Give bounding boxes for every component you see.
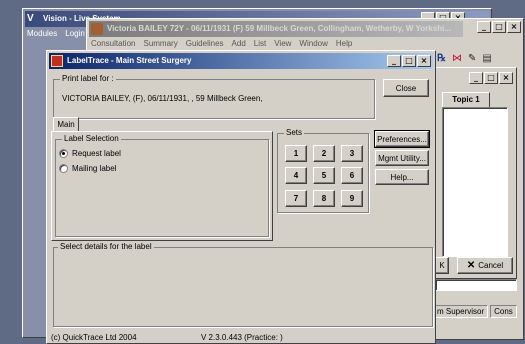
close-button[interactable]: Close bbox=[383, 79, 429, 97]
status-version: V 2.3.0.443 (Practice: ) bbox=[201, 333, 283, 342]
preferences-label: Preferences... bbox=[377, 134, 427, 144]
set-button-9[interactable]: 9 bbox=[341, 190, 363, 207]
mgmt-utility-button[interactable]: Mgmt Utility... bbox=[375, 150, 429, 166]
menu-consultation[interactable]: Consultation bbox=[91, 38, 135, 50]
set-button-4[interactable]: 4 bbox=[285, 167, 307, 184]
status-cons: Cons bbox=[490, 305, 517, 318]
menu-modules[interactable]: Modules bbox=[27, 28, 57, 40]
labeltrace-title: LabelTrace - Main Street Surgery bbox=[67, 56, 192, 65]
mgmt-utility-label: Mgmt Utility... bbox=[378, 153, 426, 163]
cancel-button[interactable]: ✕ Cancel bbox=[457, 257, 513, 274]
topic-panel-window: _ □ × Topic 1 bbox=[435, 67, 517, 279]
minimize-icon[interactable]: _ bbox=[387, 55, 401, 67]
notes-icon[interactable]: ▤ bbox=[482, 53, 491, 64]
radio-request-label[interactable]: Request label bbox=[59, 149, 121, 158]
patient-toolbar: ℞ ⋈ ✎ ▤ bbox=[437, 53, 492, 64]
radio-mailing-text: Mailing label bbox=[72, 164, 117, 173]
bow-icon[interactable]: ⋈ bbox=[452, 53, 462, 64]
patient-menu-bar: Consultation Summary Guidelines Add List… bbox=[91, 38, 352, 50]
radio-mailing-label[interactable]: Mailing label bbox=[59, 164, 116, 173]
topic-panel-controls: _ □ × bbox=[469, 72, 513, 84]
minimize-icon[interactable]: _ bbox=[477, 21, 491, 33]
print-label-group: Print label for : VICTORIA BAILEY, (F), … bbox=[53, 74, 375, 119]
close-icon[interactable]: × bbox=[417, 55, 431, 67]
radio-mailing-dot[interactable] bbox=[59, 164, 68, 173]
menu-login[interactable]: Login bbox=[65, 28, 85, 40]
menu-window[interactable]: Window bbox=[299, 38, 327, 50]
set-button-6[interactable]: 6 bbox=[341, 167, 363, 184]
menu-view[interactable]: View bbox=[274, 38, 291, 50]
close-button-label: Close bbox=[395, 83, 417, 93]
ok-label: K bbox=[439, 261, 445, 270]
sets-caption: Sets bbox=[284, 128, 305, 138]
restore-icon[interactable]: □ bbox=[402, 55, 416, 67]
topic-text-area[interactable] bbox=[442, 107, 508, 257]
script-icon[interactable]: ℞ bbox=[437, 53, 446, 64]
select-details-caption: Select details for the label bbox=[58, 242, 154, 252]
cross-icon: ✕ bbox=[466, 260, 476, 271]
labeltrace-window-controls: _ □ × bbox=[387, 55, 431, 67]
menu-add[interactable]: Add bbox=[232, 38, 246, 50]
radio-request-dot[interactable] bbox=[59, 149, 68, 158]
print-label-caption: Print label for : bbox=[60, 74, 116, 84]
cancel-label: Cancel bbox=[478, 261, 504, 270]
minimize-icon[interactable]: _ bbox=[469, 72, 483, 84]
label-selection-caption: Label Selection bbox=[62, 134, 121, 144]
patient-window-controls: _ □ × bbox=[477, 21, 521, 33]
menu-help[interactable]: Help bbox=[336, 38, 352, 50]
set-button-5[interactable]: 5 bbox=[313, 167, 335, 184]
labeltrace-dialog: LabelTrace - Main Street Surgery _ □ × P… bbox=[46, 50, 436, 344]
labeltrace-title-bar[interactable]: LabelTrace - Main Street Surgery bbox=[49, 53, 433, 69]
patient-title-bar[interactable]: Victoria BAILEY 72Y - 06/11/1931 (F) 59 … bbox=[89, 21, 463, 37]
radio-request-text: Request label bbox=[72, 149, 121, 158]
restore-icon[interactable]: □ bbox=[484, 72, 498, 84]
vision-menu-bar: Modules Login bbox=[27, 28, 85, 40]
menu-summary[interactable]: Summary bbox=[143, 38, 177, 50]
patient-title: Victoria BAILEY 72Y - 06/11/1931 (F) 59 … bbox=[107, 24, 451, 33]
status-copyright: (c) QuickTrace Ltd 2004 bbox=[51, 333, 137, 342]
close-icon[interactable]: × bbox=[499, 72, 513, 84]
status-supervisor: m Supervisor bbox=[433, 305, 489, 318]
patient-status-bar: m Supervisor Cons bbox=[433, 305, 517, 318]
set-button-8[interactable]: 8 bbox=[313, 190, 335, 207]
labeltrace-app-icon bbox=[51, 55, 63, 67]
set-button-3[interactable]: 3 bbox=[341, 145, 363, 162]
ok-button[interactable]: K bbox=[435, 257, 449, 274]
patient-app-icon bbox=[91, 23, 103, 35]
tab-main[interactable]: Main bbox=[53, 117, 79, 132]
help-button[interactable]: Help... bbox=[375, 169, 429, 185]
pen-icon[interactable]: ✎ bbox=[468, 53, 476, 64]
help-label: Help... bbox=[390, 172, 414, 182]
restore-icon[interactable]: □ bbox=[492, 21, 506, 33]
set-button-7[interactable]: 7 bbox=[285, 190, 307, 207]
select-details-group: Select details for the label bbox=[53, 242, 433, 327]
menu-list[interactable]: List bbox=[254, 38, 266, 50]
set-button-2[interactable]: 2 bbox=[313, 145, 335, 162]
tab-topic-1[interactable]: Topic 1 bbox=[442, 92, 490, 107]
set-button-1[interactable]: 1 bbox=[285, 145, 307, 162]
print-label-value: VICTORIA BAILEY, (F), 06/11/1931, , 59 M… bbox=[62, 94, 263, 103]
menu-guidelines[interactable]: Guidelines bbox=[186, 38, 224, 50]
vision-logo-icon: V bbox=[27, 13, 34, 24]
preferences-button[interactable]: Preferences... bbox=[374, 130, 430, 148]
patient-info-field[interactable] bbox=[435, 279, 517, 291]
close-icon[interactable]: × bbox=[507, 21, 521, 33]
